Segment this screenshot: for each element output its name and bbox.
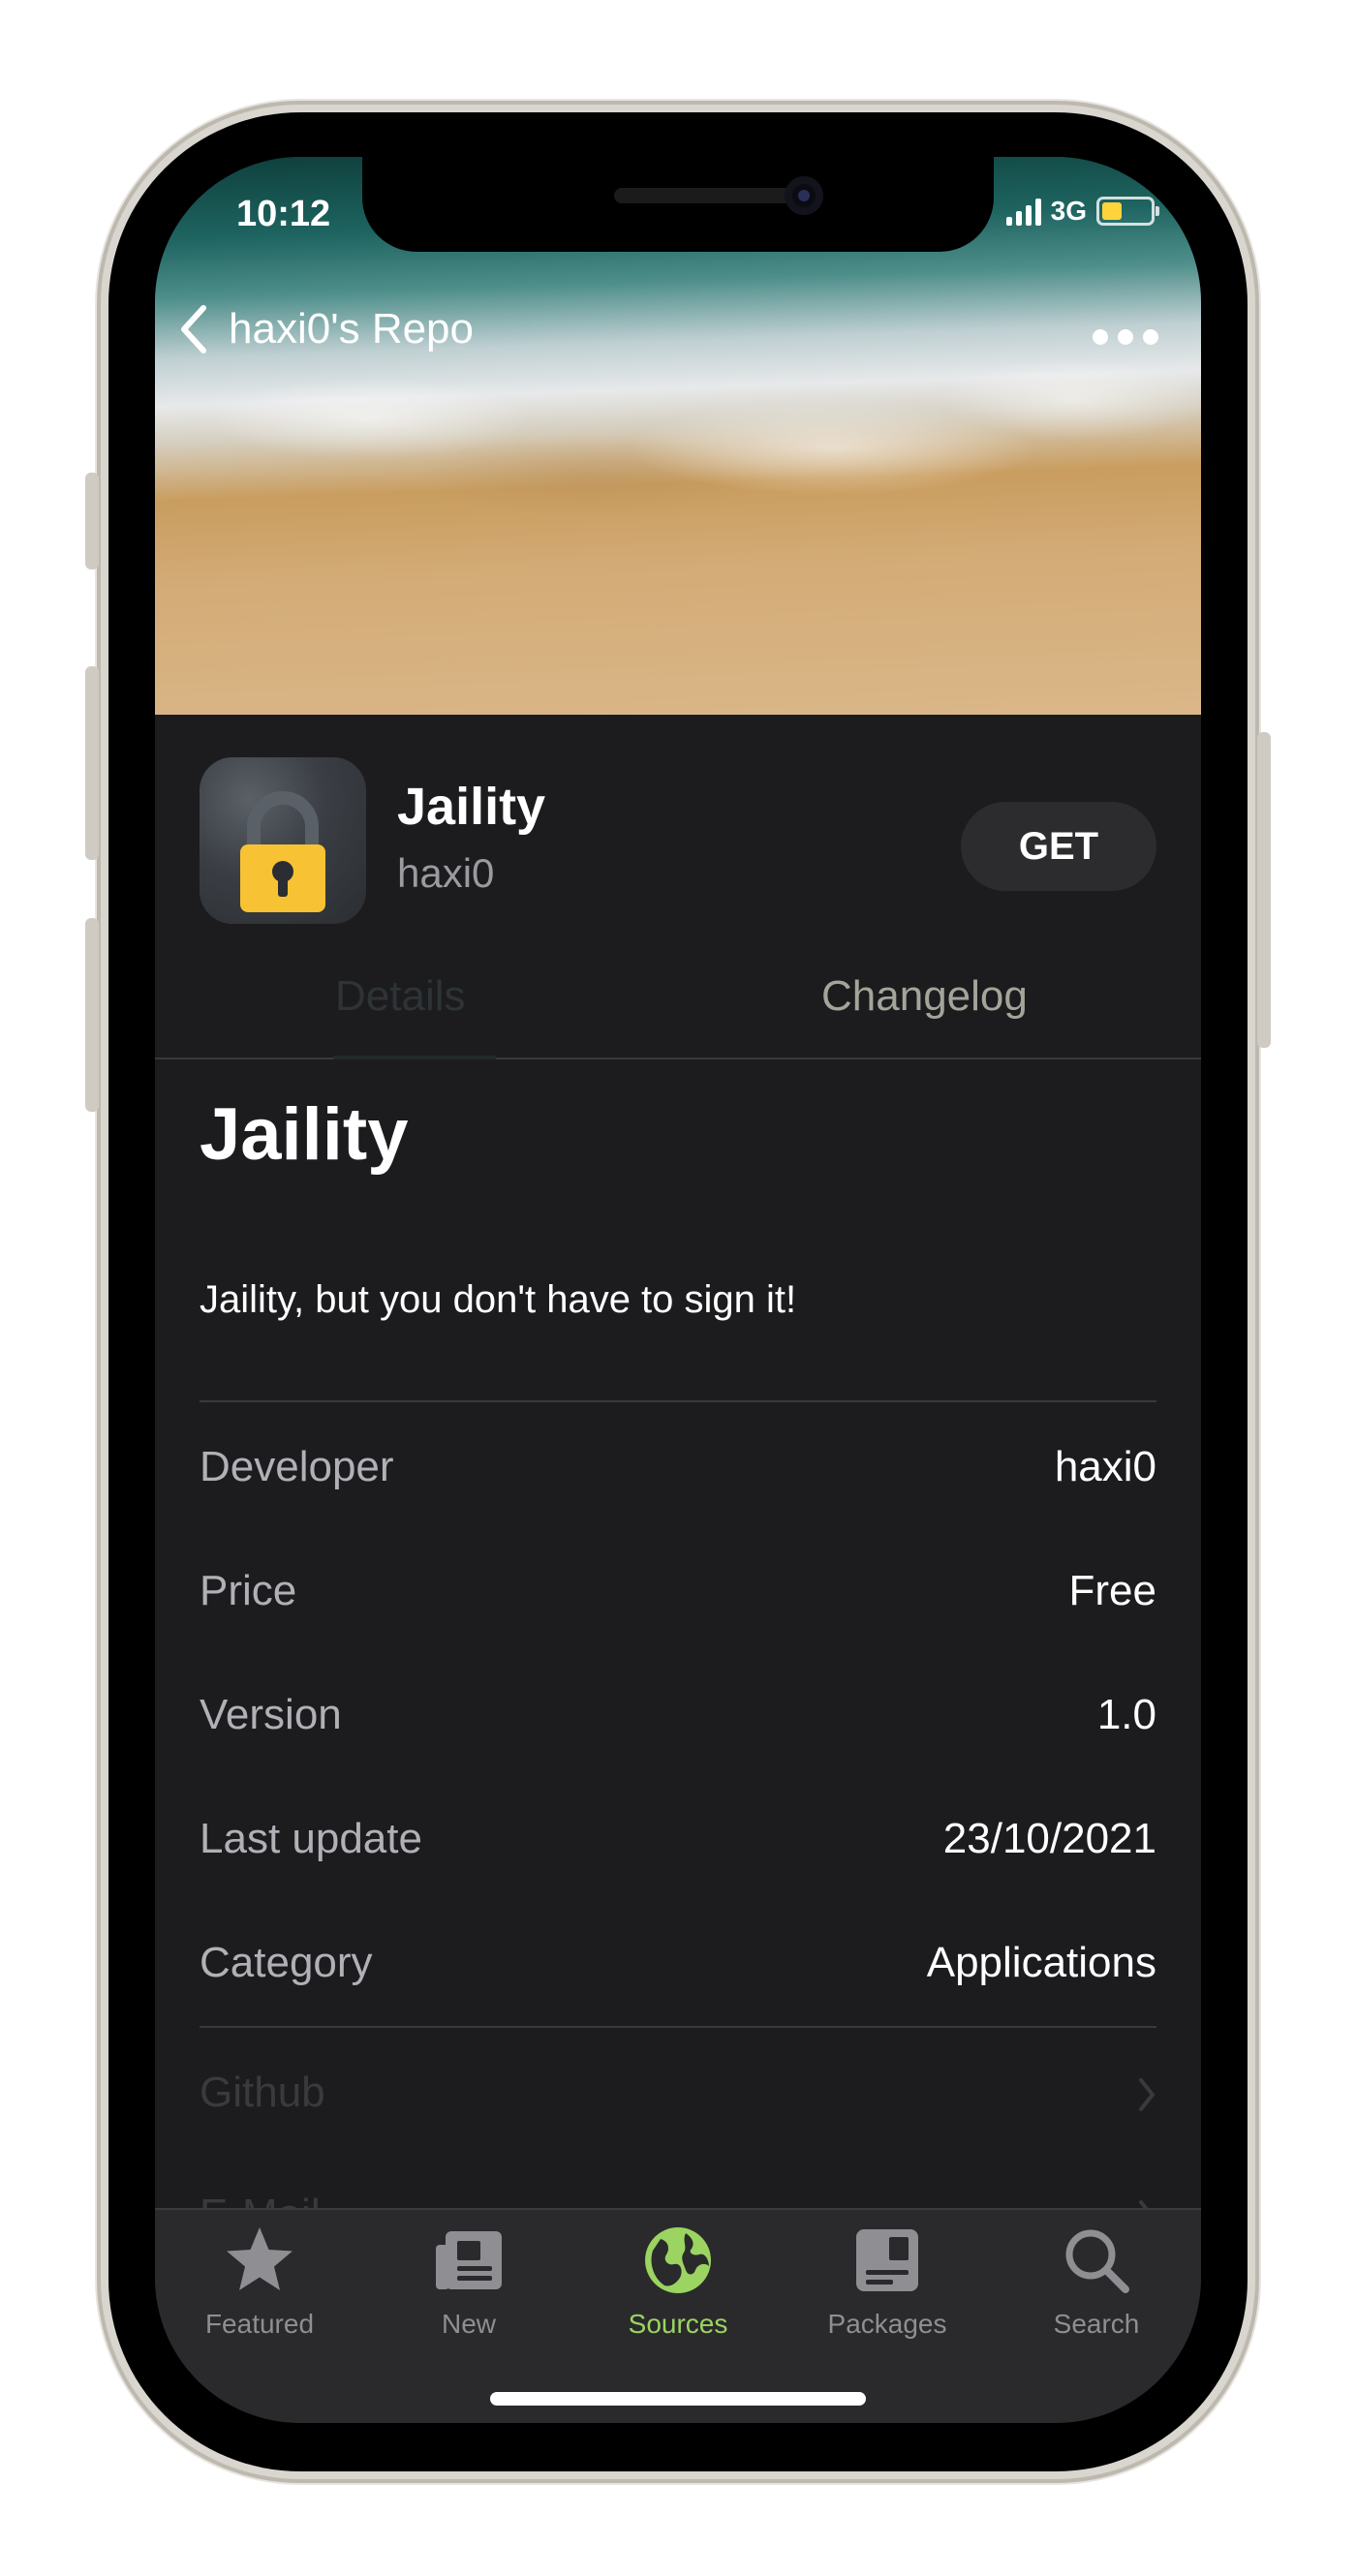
signal-icon	[1005, 197, 1041, 226]
info-key: Category	[200, 1939, 373, 1986]
info-value: haxi0	[1054, 1443, 1156, 1490]
screen: 10:12 3G haxi0's Repo Jaility haxi0 GET …	[155, 157, 1201, 2423]
info-row-version: Version 1.0	[200, 1691, 1156, 1749]
info-value: Free	[1068, 1567, 1156, 1614]
info-row-category: Category Applications	[200, 1939, 1156, 1997]
info-row-price: Price Free	[200, 1567, 1156, 1625]
battery-icon	[1096, 197, 1159, 226]
info-key: Last update	[200, 1815, 422, 1862]
package-name: Jaility	[397, 778, 546, 836]
star-icon	[227, 2227, 293, 2290]
back-button[interactable]: haxi0's Repo	[176, 302, 474, 356]
package-icon	[856, 2229, 918, 2291]
divider	[200, 2026, 1156, 2028]
details-description: Jaility, but you don't have to sign it!	[200, 1278, 797, 1321]
volume-up-button	[85, 666, 99, 860]
notch	[362, 157, 994, 252]
divider	[200, 1400, 1156, 1402]
info-value: 23/10/2021	[942, 1815, 1156, 1862]
info-key: Version	[200, 1691, 342, 1738]
more-icon[interactable]	[1093, 329, 1158, 345]
chevron-right-icon	[1139, 2078, 1156, 2111]
info-row-developer: Developer haxi0	[200, 1443, 1156, 1501]
back-label: haxi0's Repo	[229, 305, 474, 353]
tab-details[interactable]: Details	[335, 972, 466, 1021]
silent-switch	[85, 473, 99, 569]
tabbar-item-featured[interactable]: Featured	[155, 2223, 364, 2369]
lock-icon	[240, 791, 325, 912]
tabbar-label: Search	[1053, 2309, 1140, 2339]
link-label: Github	[200, 2069, 325, 2116]
newspaper-icon	[436, 2231, 502, 2289]
tabbar-label: Sources	[628, 2309, 728, 2339]
package-developer: haxi0	[397, 850, 495, 896]
network-type: 3G	[1050, 196, 1087, 226]
package-header: Jaility haxi0 GET	[155, 715, 1201, 924]
tabbar-item-packages[interactable]: Packages	[783, 2223, 992, 2369]
chevron-left-icon	[181, 305, 206, 353]
info-key: Price	[200, 1567, 297, 1614]
tabbar-item-sources[interactable]: Sources	[573, 2223, 783, 2369]
info-value: 1.0	[1096, 1691, 1156, 1738]
globe-icon	[645, 2227, 711, 2293]
volume-down-button	[85, 918, 99, 1112]
front-camera	[785, 176, 823, 215]
details-title: Jaility	[200, 1093, 409, 1176]
app-icon	[200, 757, 366, 924]
active-tab-indicator	[333, 1056, 496, 1059]
speaker-grille	[614, 188, 798, 203]
status-time: 10:12	[236, 194, 331, 234]
link-row-github[interactable]: Github	[200, 2069, 1156, 2127]
tab-bar: Featured New Sources Packages Search	[155, 2208, 1201, 2423]
tabbar-item-new[interactable]: New	[364, 2223, 573, 2369]
tabbar-label: New	[441, 2309, 496, 2339]
info-key: Developer	[200, 1443, 394, 1490]
power-button	[1257, 732, 1271, 1048]
segment-tabs: Details Changelog	[155, 951, 1201, 1059]
tabbar-label: Featured	[204, 2309, 315, 2339]
status-indicators: 3G	[1005, 196, 1159, 227]
tabbar-item-search[interactable]: Search	[992, 2223, 1201, 2369]
info-value: Applications	[926, 1939, 1156, 1986]
info-row-last-update: Last update 23/10/2021	[200, 1815, 1156, 1873]
tabbar-label: Packages	[827, 2309, 947, 2339]
get-button[interactable]: GET	[961, 802, 1156, 891]
search-icon	[1065, 2229, 1129, 2293]
home-indicator[interactable]	[490, 2392, 866, 2406]
tab-changelog[interactable]: Changelog	[821, 972, 1028, 1021]
